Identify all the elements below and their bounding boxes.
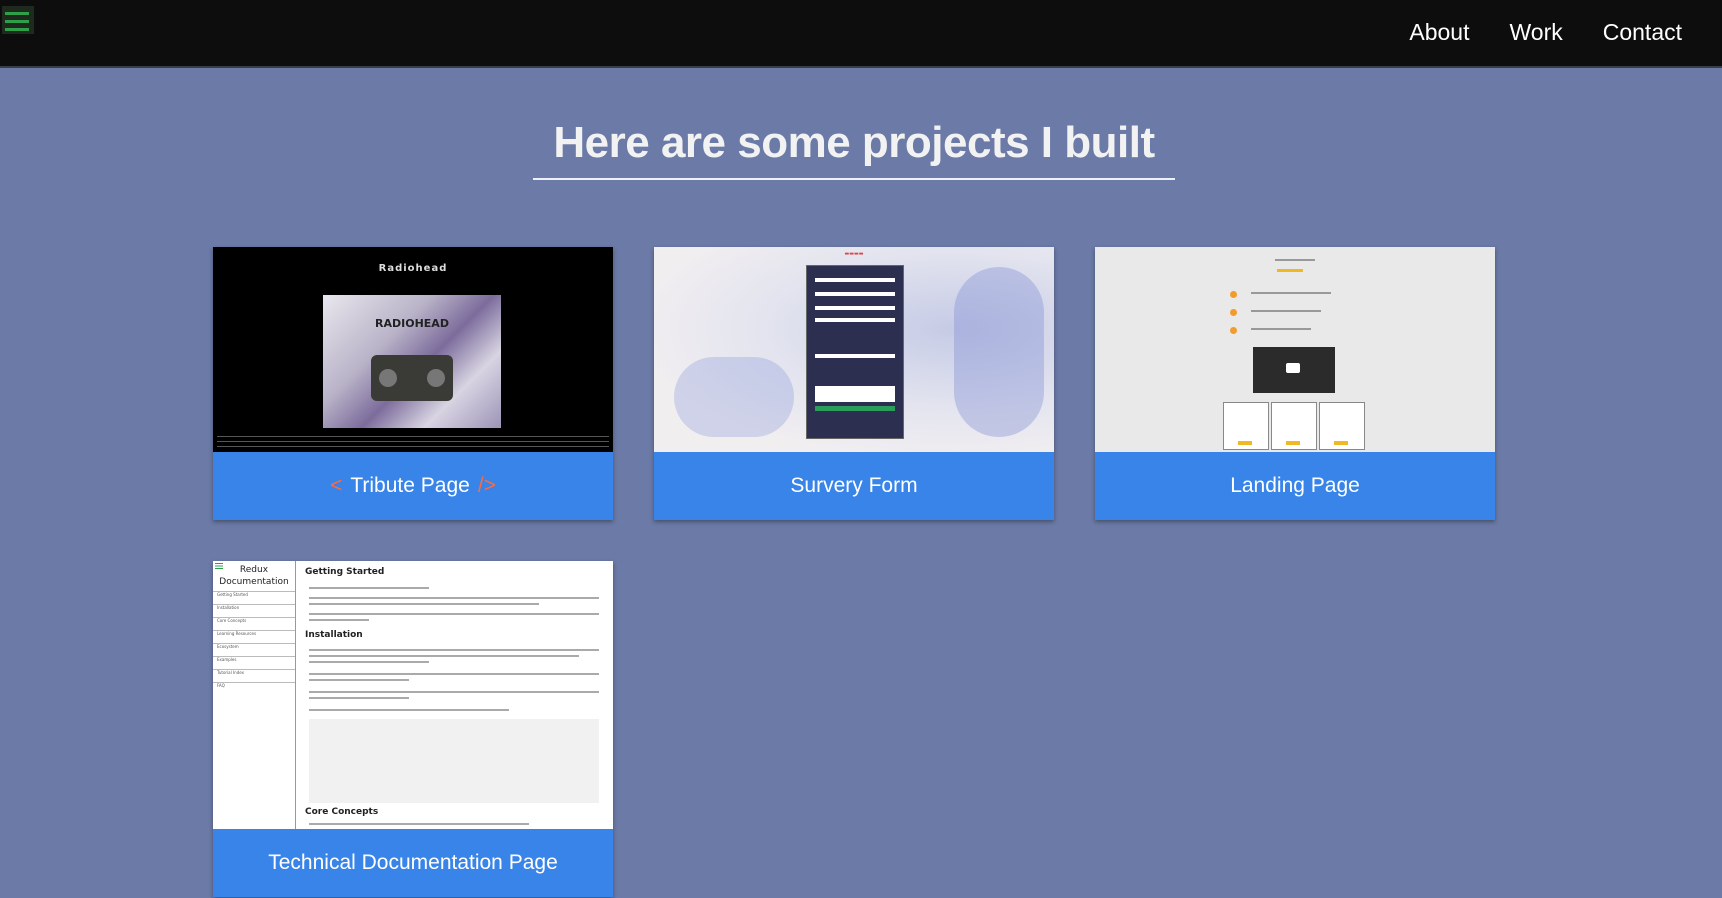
nav-links: About Work Contact	[1409, 0, 1682, 64]
tribute-page-thumbnail: Radiohead RADIOHEAD	[213, 247, 613, 452]
project-title: Survery Form	[790, 474, 918, 497]
project-card-docs[interactable]: Redux Documentation Getting Started Inst…	[213, 561, 613, 897]
nav-link-contact[interactable]: Contact	[1603, 19, 1682, 46]
album-art-image: RADIOHEAD	[323, 295, 501, 428]
project-label[interactable]: Landing Page	[1095, 452, 1495, 520]
top-navbar: About Work Contact	[0, 0, 1722, 68]
docs-page-thumbnail: Redux Documentation Getting Started Inst…	[213, 561, 613, 829]
heading-underline	[533, 178, 1175, 180]
album-art-text: RADIOHEAD	[375, 317, 449, 330]
project-title: Technical Documentation Page	[268, 851, 558, 874]
nav-link-work[interactable]: Work	[1509, 19, 1562, 46]
project-label[interactable]: Survery Form	[654, 452, 1054, 520]
project-card-tribute[interactable]: Radiohead RADIOHEAD < Tribute Page />	[213, 247, 613, 520]
docs-sidebar: Redux Documentation Getting Started Inst…	[213, 561, 296, 829]
video-thumbnail	[1253, 347, 1335, 393]
project-card-survey[interactable]: ▬▬▬▬ Survery Form	[654, 247, 1054, 520]
code-close-icon: />	[477, 474, 496, 497]
hamburger-menu-icon[interactable]	[2, 6, 34, 34]
project-label[interactable]: Technical Documentation Page	[213, 829, 613, 897]
landing-page-thumbnail	[1095, 247, 1495, 452]
project-title: Landing Page	[1230, 474, 1360, 497]
project-label[interactable]: < Tribute Page />	[213, 452, 613, 520]
project-title: Tribute Page	[350, 474, 470, 497]
nav-link-about[interactable]: About	[1409, 19, 1469, 46]
survey-form-thumbnail: ▬▬▬▬	[654, 247, 1054, 452]
projects-heading: Here are some projects I built	[553, 118, 1155, 167]
project-card-landing[interactable]: Landing Page	[1095, 247, 1495, 520]
code-open-icon: <	[330, 474, 343, 497]
projects-heading-block: Here are some projects I built	[533, 118, 1175, 180]
thumbnail-title: Radiohead	[378, 263, 448, 274]
